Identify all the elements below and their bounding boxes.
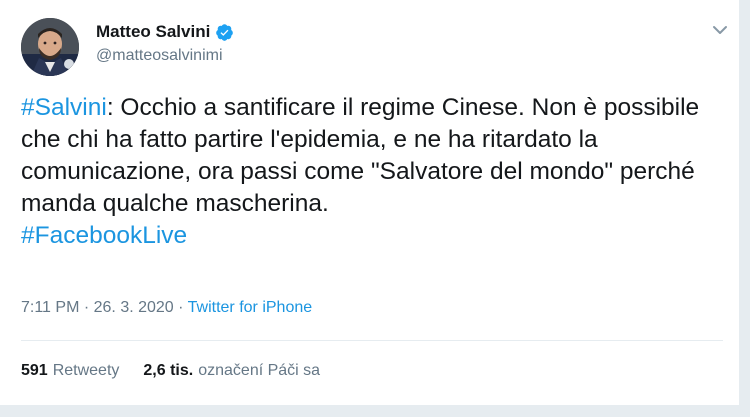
- divider: [21, 340, 723, 341]
- display-name[interactable]: Matteo Salvini: [96, 22, 234, 42]
- meta-separator: ·: [173, 299, 188, 316]
- tweet-card: Matteo Salvini @matteosalvinimi #Salvini…: [0, 0, 740, 405]
- tweet-source-link[interactable]: Twitter for iPhone: [188, 299, 313, 316]
- tweet-text: #Salvini: Occhio a santificare il regime…: [21, 92, 721, 252]
- verified-badge-icon: [215, 23, 234, 42]
- likes-label: označení Páči sa: [198, 362, 321, 379]
- tweet-time[interactable]: 7:11 PM: [21, 299, 79, 316]
- likes-stat[interactable]: 2,6 tis. označení Páči sa: [143, 362, 320, 380]
- display-name-text: Matteo Salvini: [96, 22, 211, 41]
- user-handle[interactable]: @matteosalvinimi: [96, 47, 223, 65]
- tweet-body: : Occhio a santificare il regime Cinese.…: [21, 94, 700, 217]
- tweet-meta: 7:11 PM · 26. 3. 2020 · Twitter for iPho…: [21, 299, 312, 317]
- tweet-date[interactable]: 26. 3. 2020: [94, 299, 174, 316]
- avatar[interactable]: [21, 18, 79, 76]
- retweets-label: Retweety: [52, 362, 120, 379]
- avatar-photo-icon: [21, 18, 79, 76]
- tweet-stats: 591 Retweety 2,6 tis. označení Páči sa: [21, 362, 320, 380]
- retweets-count: 591: [21, 362, 48, 379]
- hashtag-link[interactable]: #Salvini: [21, 94, 107, 121]
- chevron-down-icon[interactable]: [711, 23, 729, 37]
- likes-count: 2,6 tis.: [143, 362, 194, 379]
- hashtag-link[interactable]: #FacebookLive: [21, 222, 187, 249]
- retweets-stat[interactable]: 591 Retweety: [21, 362, 119, 380]
- meta-separator: ·: [79, 299, 94, 316]
